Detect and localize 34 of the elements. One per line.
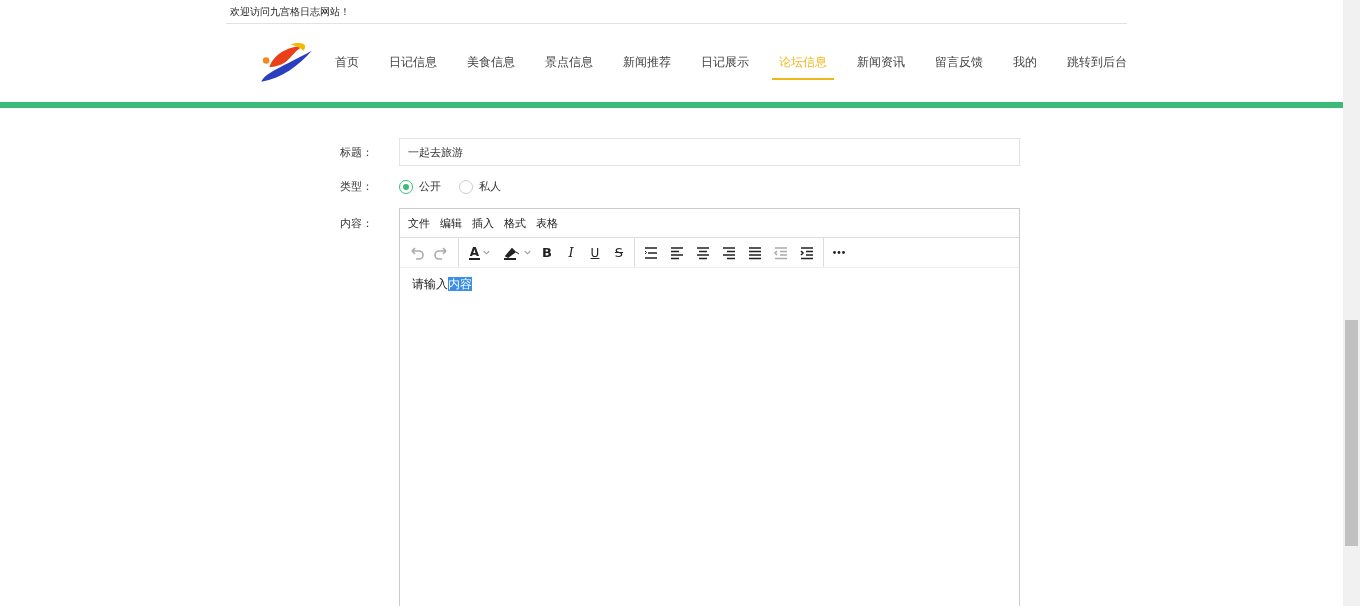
italic-button[interactable]: I [559, 240, 583, 265]
strikethrough-button[interactable]: S [607, 240, 631, 265]
menu-item[interactable]: 表格 [532, 213, 562, 233]
rich-text-editor[interactable]: 文件 编辑 插入 格式 表格 A B I U S 请输入内容 [399, 208, 1020, 606]
radio-label[interactable]: 公开 [419, 179, 441, 194]
scrollbar[interactable] [1343, 0, 1360, 606]
title-input[interactable]: 一起去旅游 [399, 138, 1020, 166]
caret-icon [523, 248, 532, 257]
editor-text[interactable]: 请输入内容 [412, 276, 1007, 293]
field-label: 内容： [340, 216, 374, 232]
nav-link[interactable]: 我的 [1013, 46, 1037, 80]
menu-item[interactable]: 文件 [404, 213, 434, 233]
nav-link[interactable]: 日记展示 [701, 46, 749, 80]
text-color-button[interactable]: A [462, 240, 498, 265]
nav-link[interactable]: 日记信息 [389, 46, 437, 80]
more-icon [833, 251, 845, 254]
nav-link[interactable]: 首页 [335, 46, 359, 80]
scrollbar-thumb[interactable] [1345, 320, 1358, 546]
welcome-text: 欢迎访问九宫格日志网站！ [226, 0, 1127, 24]
menu-item[interactable]: 插入 [468, 213, 498, 233]
nav-link[interactable]: 美食信息 [467, 46, 515, 80]
field-label: 标题： [340, 145, 374, 161]
nav-link[interactable]: 跳转到后台 [1067, 46, 1127, 80]
field-label: 类型： [340, 179, 374, 194]
nav-link[interactable]: 新闻资讯 [857, 46, 905, 80]
nav-link[interactable]: 景点信息 [545, 46, 593, 80]
nav-link[interactable]: 新闻推荐 [623, 46, 671, 80]
menu-item[interactable]: 格式 [500, 213, 530, 233]
bold-button[interactable]: B [535, 240, 559, 265]
menu-item[interactable]: 编辑 [436, 213, 466, 233]
caret-icon [482, 248, 492, 257]
nav-link[interactable]: 留言反馈 [935, 46, 983, 80]
radio-label[interactable]: 私人 [479, 179, 501, 194]
underline-button[interactable]: U [583, 240, 607, 265]
